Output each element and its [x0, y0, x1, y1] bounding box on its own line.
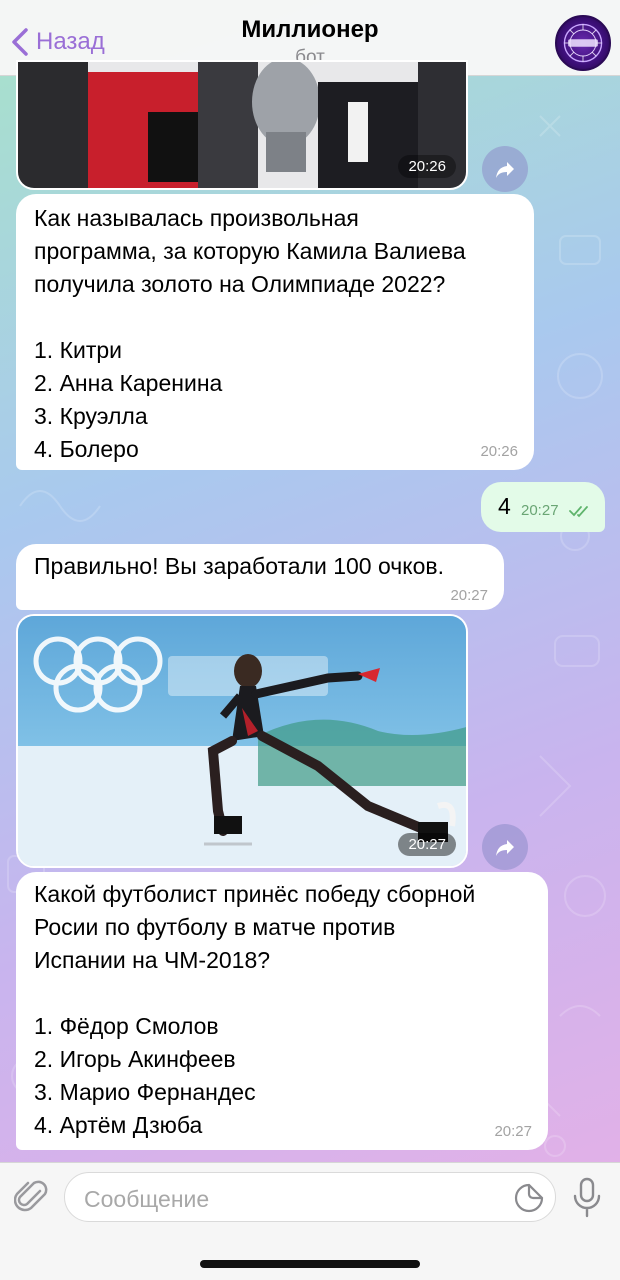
message-time: 20:27: [450, 587, 488, 604]
back-button[interactable]: Назад: [8, 22, 105, 62]
incoming-message-question-1[interactable]: Как называлась произвольная программа, з…: [16, 194, 534, 470]
back-label: Назад: [36, 28, 105, 55]
share-button[interactable]: [482, 146, 528, 192]
bot-avatar[interactable]: [555, 15, 611, 71]
paperclip-icon[interactable]: [14, 1177, 50, 1217]
message-time: 20:27: [398, 833, 456, 856]
message-time: 20:27: [494, 1123, 532, 1140]
double-check-icon: [569, 506, 588, 518]
message-input-placeholder: Сообщение: [84, 1186, 210, 1212]
figure-skater-photo: [18, 616, 466, 866]
message-time: 20:27: [521, 502, 559, 519]
message-text: Как называлась произвольная программа, з…: [34, 205, 466, 462]
incoming-message-question-2[interactable]: Какой футболист принёс победу сборной Ро…: [16, 872, 548, 1150]
message-time: 20:26: [398, 155, 456, 178]
share-button[interactable]: [482, 824, 528, 870]
outgoing-message[interactable]: 4 20:27: [481, 482, 605, 532]
home-indicator[interactable]: [200, 1260, 420, 1268]
chevron-left-icon: [12, 28, 28, 56]
photo-message-skater[interactable]: 20:27: [16, 614, 468, 868]
incoming-message-result[interactable]: Правильно! Вы заработали 100 очков. 20:2…: [16, 544, 504, 610]
message-text: 4: [498, 493, 511, 519]
share-arrow-icon: [496, 162, 514, 178]
message-text: Правильно! Вы заработали 100 очков.: [34, 553, 444, 579]
message-input[interactable]: Сообщение: [64, 1172, 556, 1222]
message-time: 20:26: [480, 443, 518, 460]
chat-title: Миллионер: [241, 16, 379, 43]
photo-message-trophy[interactable]: 20:26: [16, 60, 468, 190]
message-text: Какой футболист принёс победу сборной Ро…: [34, 881, 476, 1138]
share-arrow-icon: [496, 840, 514, 856]
sticker-icon[interactable]: [513, 1182, 545, 1214]
millionaire-logo: [563, 23, 603, 63]
microphone-icon[interactable]: [572, 1176, 602, 1218]
